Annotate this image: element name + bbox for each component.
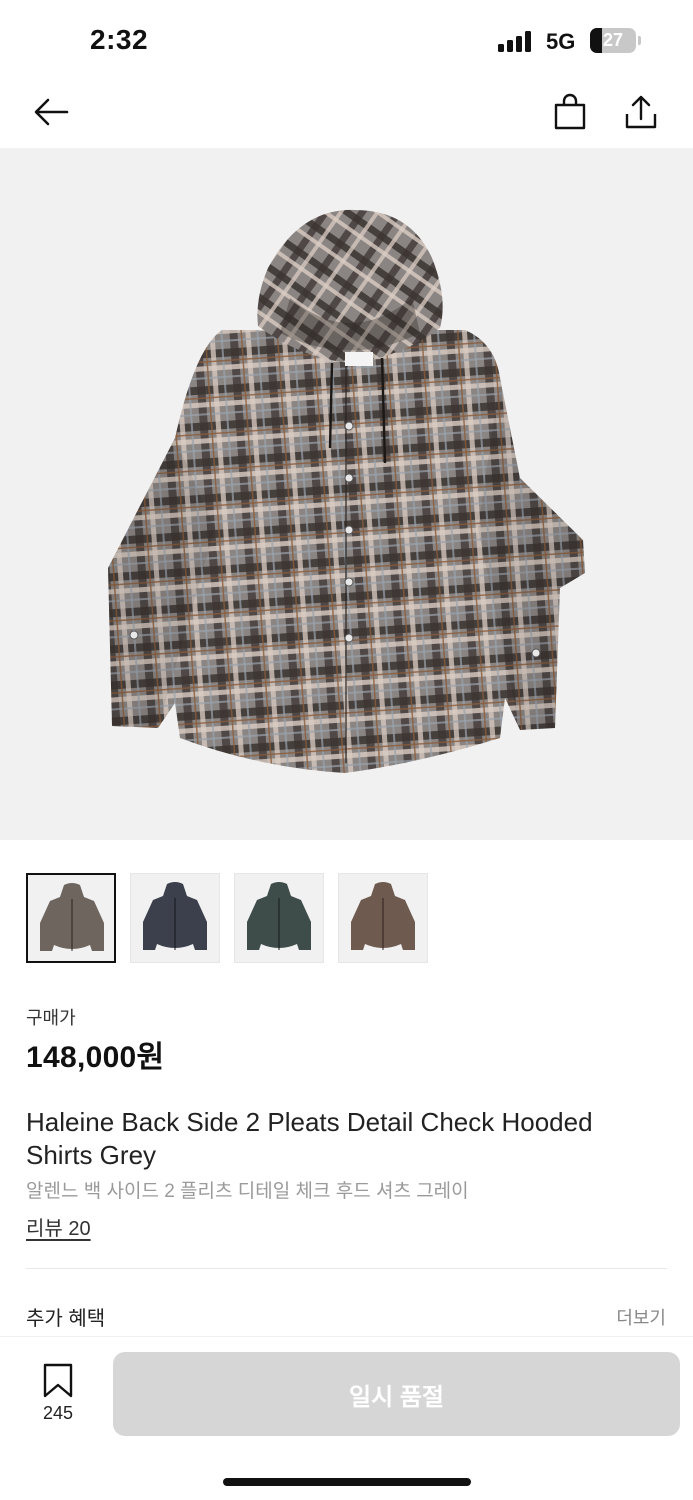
status-time: 2:32 bbox=[90, 24, 149, 55]
product-title: Haleine Back Side 2 Pleats Detail Check … bbox=[26, 1107, 593, 1170]
battery-icon: 27 bbox=[590, 28, 636, 53]
benefit-title: 추가 혜택 bbox=[26, 1308, 106, 1330]
battery-level: 27 bbox=[602, 30, 624, 50]
thumbnail-green[interactable] bbox=[234, 873, 324, 963]
signal-icon bbox=[498, 30, 536, 52]
status-bar: 2:32 5G 27 bbox=[0, 0, 693, 80]
home-indicator bbox=[223, 1478, 471, 1486]
shopping-bag-icon[interactable] bbox=[550, 92, 590, 132]
share-icon[interactable] bbox=[621, 92, 661, 132]
bookmark-count: 245 bbox=[42, 1403, 74, 1423]
thumbnail-grey[interactable] bbox=[26, 873, 116, 963]
thumbnail-strip bbox=[26, 873, 428, 963]
product-subtitle: 알렌느 백 사이드 2 플리츠 디테일 체크 후드 셔츠 그레이 bbox=[26, 1181, 469, 1202]
bottom-action-bar: 245 일시 품절 bbox=[0, 1336, 693, 1500]
thumbnail-brown[interactable] bbox=[338, 873, 428, 963]
network-label: 5G bbox=[546, 29, 576, 54]
bookmark-icon bbox=[43, 1363, 73, 1398]
benefit-more-link[interactable]: 더보기 bbox=[616, 1304, 666, 1330]
bookmark-button[interactable]: 245 bbox=[36, 1363, 80, 1427]
review-link[interactable]: 리뷰 20 bbox=[26, 1212, 91, 1241]
hooded-shirt-illustration bbox=[108, 209, 585, 773]
back-arrow-icon[interactable] bbox=[31, 92, 71, 132]
nav-bar bbox=[0, 80, 693, 148]
price: 148,000원 bbox=[26, 1041, 165, 1074]
divider bbox=[26, 1268, 667, 1269]
thumbnail-navy[interactable] bbox=[130, 873, 220, 963]
battery-nub bbox=[638, 36, 641, 45]
thumbnail-shirt-icon bbox=[143, 882, 207, 950]
thumbnail-shirt-icon bbox=[247, 882, 311, 950]
thumbnail-shirt-icon bbox=[351, 882, 415, 950]
product-main-image[interactable] bbox=[0, 148, 693, 840]
thumbnail-shirt-icon bbox=[40, 883, 104, 951]
sold-out-button[interactable]: 일시 품절 bbox=[113, 1352, 680, 1436]
price-label: 구매가 bbox=[26, 1008, 76, 1028]
